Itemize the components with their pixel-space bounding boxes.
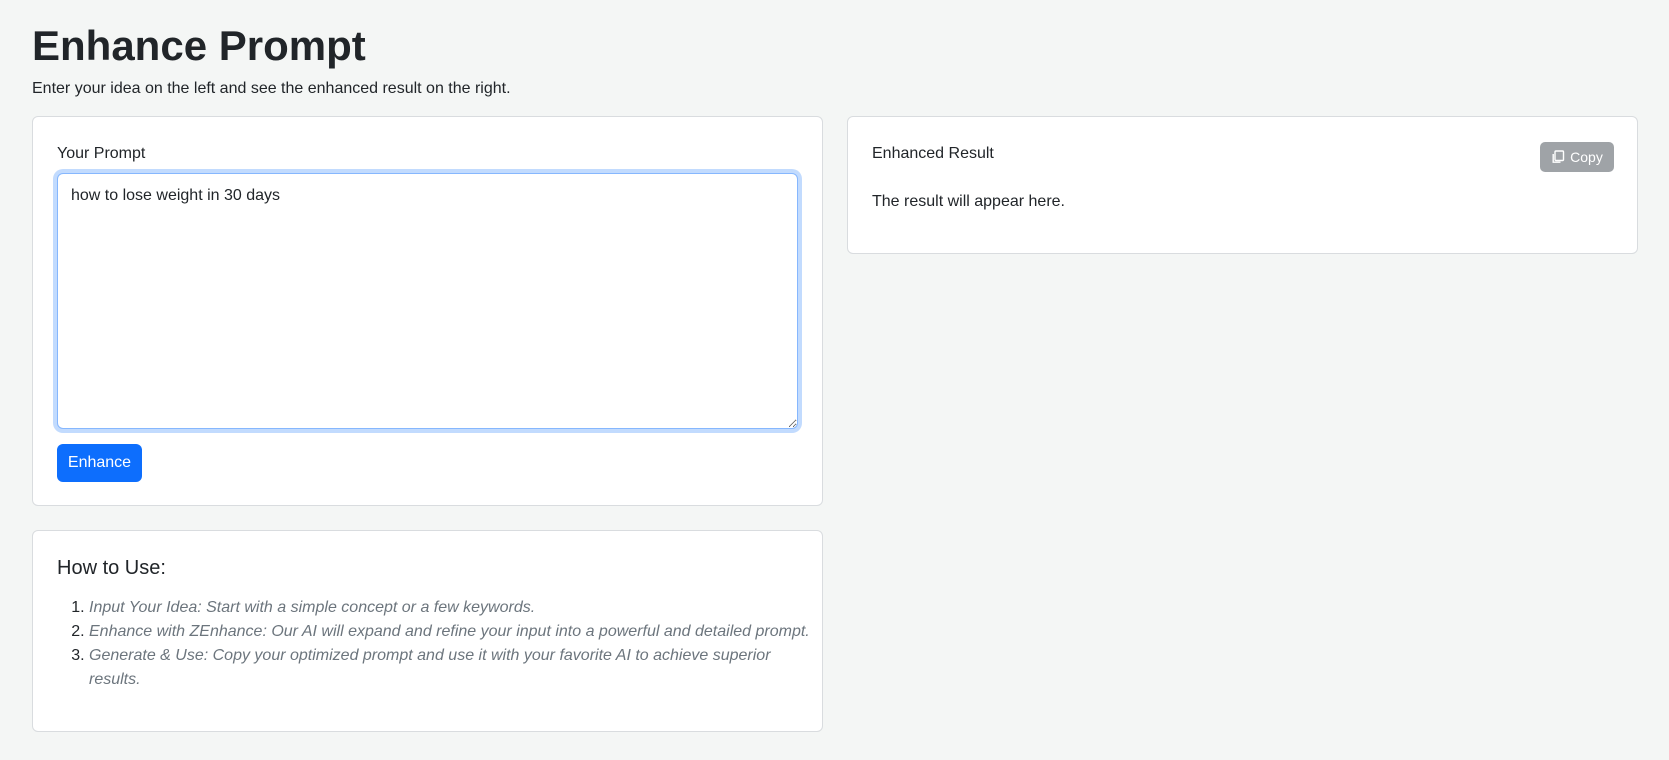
how-to-step-text: Enhance with ZEnhance: Our AI will expan… [89,623,810,640]
how-to-step-text: Input Your Idea: Start with a simple con… [89,599,536,616]
how-to-card: How to Use: Input Your Idea: Start with … [32,530,823,732]
how-to-title: How to Use: [57,557,166,579]
enhance-button[interactable]: Enhance [57,444,142,482]
copy-button[interactable]: Copy [1540,142,1614,172]
prompt-label: Your Prompt [57,145,146,162]
result-text: The result will appear here. [872,193,1065,210]
result-label: Enhanced Result [872,145,994,162]
page-subtitle: Enter your idea on the left and see the … [32,80,511,97]
copy-label: Copy [1570,149,1603,165]
copy-icon [1551,150,1565,164]
how-to-step: Generate & Use: Copy your optimized prom… [89,644,819,692]
how-to-list: Input Your Idea: Start with a simple con… [57,596,819,692]
how-to-step-text: Generate & Use: Copy your optimized prom… [89,647,771,688]
how-to-step: Input Your Idea: Start with a simple con… [89,596,819,620]
prompt-textarea[interactable] [57,173,798,429]
result-card: Enhanced Result Copy The result will app… [847,116,1638,254]
page-title: Enhance Prompt [32,22,366,69]
prompt-card: Your Prompt Enhance [32,116,823,506]
how-to-step: Enhance with ZEnhance: Our AI will expan… [89,620,819,644]
